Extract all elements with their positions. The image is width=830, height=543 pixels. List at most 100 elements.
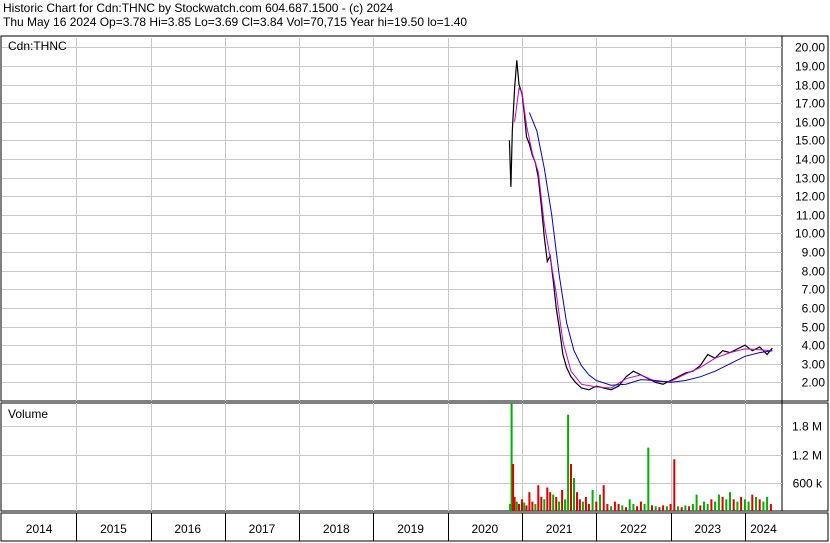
- price-panel-label: Cdn:THNC: [8, 39, 67, 53]
- volume-bar: [699, 505, 702, 511]
- price-tick-label: 14.00: [795, 153, 825, 167]
- price-tick-label: 10.00: [795, 227, 825, 241]
- volume-tick-label: 600 k: [793, 477, 823, 491]
- volume-bar: [706, 504, 709, 511]
- year-tick-label: 2022: [620, 522, 647, 536]
- volume-bar: [695, 494, 698, 511]
- volume-bar: [725, 499, 728, 511]
- price-tick-label: 4.00: [802, 339, 826, 353]
- volume-bar: [743, 499, 746, 511]
- volume-bar: [599, 494, 601, 511]
- volume-bar: [647, 447, 650, 511]
- volume-bar: [576, 492, 578, 511]
- volume-bar: [758, 499, 761, 511]
- price-tick-label: 2.00: [802, 376, 826, 390]
- year-tick-label: 2024: [750, 522, 777, 536]
- volume-bar: [673, 459, 676, 511]
- volume-bar: [564, 499, 567, 511]
- price-tick-label: 19.00: [795, 60, 825, 74]
- volume-bar: [606, 504, 609, 511]
- year-tick-label: 2020: [472, 522, 499, 536]
- volume-bar: [543, 499, 546, 511]
- volume-bar: [762, 501, 765, 511]
- volume-bar: [732, 499, 735, 511]
- volume-bar: [662, 505, 665, 511]
- volume-bar: [602, 485, 605, 511]
- volume-bar: [523, 502, 526, 511]
- price-tick-label: 17.00: [795, 97, 825, 111]
- volume-bar: [540, 496, 543, 511]
- volume-bar: [677, 506, 679, 511]
- volume-bar: [584, 496, 587, 511]
- volume-bar: [636, 506, 639, 511]
- series-moving-average-long: [528, 112, 773, 386]
- volume-bar: [534, 504, 537, 511]
- price-tick-label: 6.00: [802, 302, 826, 316]
- volume-bar: [581, 501, 584, 511]
- year-tick-label: 2019: [397, 522, 424, 536]
- volume-bar: [610, 506, 613, 511]
- year-tick-label: 2017: [249, 522, 276, 536]
- volume-bar: [703, 501, 705, 511]
- volume-bar: [751, 494, 754, 511]
- volume-bar: [632, 504, 635, 511]
- price-tick-label: 12.00: [795, 190, 825, 204]
- volume-bar: [710, 499, 713, 511]
- volume-bar: [628, 499, 631, 511]
- price-tick-label: 7.00: [802, 283, 826, 297]
- volume-bar: [595, 501, 598, 511]
- volume-bar: [578, 499, 581, 511]
- volume-bar: [654, 506, 657, 511]
- volume-bar: [515, 501, 518, 511]
- volume-bar: [747, 501, 750, 511]
- volume-bar: [639, 501, 642, 511]
- volume-bar: [537, 485, 540, 511]
- volume-bar: [561, 489, 564, 511]
- volume-bar: [625, 507, 627, 511]
- volume-bar: [755, 496, 757, 511]
- volume-bar: [558, 501, 561, 511]
- year-tick-label: 2016: [174, 522, 201, 536]
- volume-bar: [518, 504, 520, 511]
- year-tick-label: 2015: [100, 522, 127, 536]
- year-tick-label: 2014: [26, 522, 53, 536]
- volume-bar: [721, 496, 724, 511]
- volume-bar: [531, 501, 534, 511]
- volume-bar: [513, 496, 516, 511]
- volume-bar: [717, 494, 720, 511]
- price-tick-label: 20.00: [795, 41, 825, 55]
- volume-panel-label: Volume: [8, 407, 48, 421]
- volume-bar: [591, 489, 594, 511]
- price-tick-label: 5.00: [802, 321, 826, 335]
- volume-bar: [570, 464, 572, 511]
- volume-bar: [665, 506, 668, 511]
- volume-bar: [688, 506, 691, 511]
- volume-bar: [769, 504, 772, 511]
- volume-bar: [573, 478, 575, 511]
- price-tick-label: 15.00: [795, 134, 825, 148]
- series-moving-average-short: [514, 87, 773, 389]
- volume-bar: [766, 496, 769, 511]
- volume-tick-label: 1.8 M: [792, 420, 822, 434]
- price-tick-label: 11.00: [796, 209, 825, 223]
- stock-chart-window: Historic Chart for Cdn:THNC by Stockwatc…: [0, 0, 830, 543]
- volume-bar: [528, 492, 531, 511]
- price-tick-label: 3.00: [802, 358, 826, 372]
- volume-bar: [613, 501, 616, 511]
- price-tick-label: 9.00: [802, 246, 826, 260]
- volume-bar: [587, 504, 590, 511]
- price-tick-label: 8.00: [802, 265, 826, 279]
- volume-bar: [714, 501, 717, 511]
- volume-panel-frame: [0, 402, 829, 512]
- price-panel-frame: [0, 35, 829, 402]
- volume-bar: [621, 505, 624, 511]
- volume-bar: [729, 492, 731, 511]
- historic-price-volume-chart: 2014 2015 2016 2017 2018 2019 2020 2021 2022 2023…: [0, 35, 829, 542]
- series-price: [508, 60, 773, 391]
- year-tick-label: 2023: [694, 522, 721, 536]
- year-tick-label: 2018: [323, 522, 350, 536]
- volume-bar: [651, 505, 653, 511]
- volume-bar: [643, 504, 646, 511]
- year-tick-label: 2021: [546, 522, 573, 536]
- volume-bar: [521, 499, 523, 511]
